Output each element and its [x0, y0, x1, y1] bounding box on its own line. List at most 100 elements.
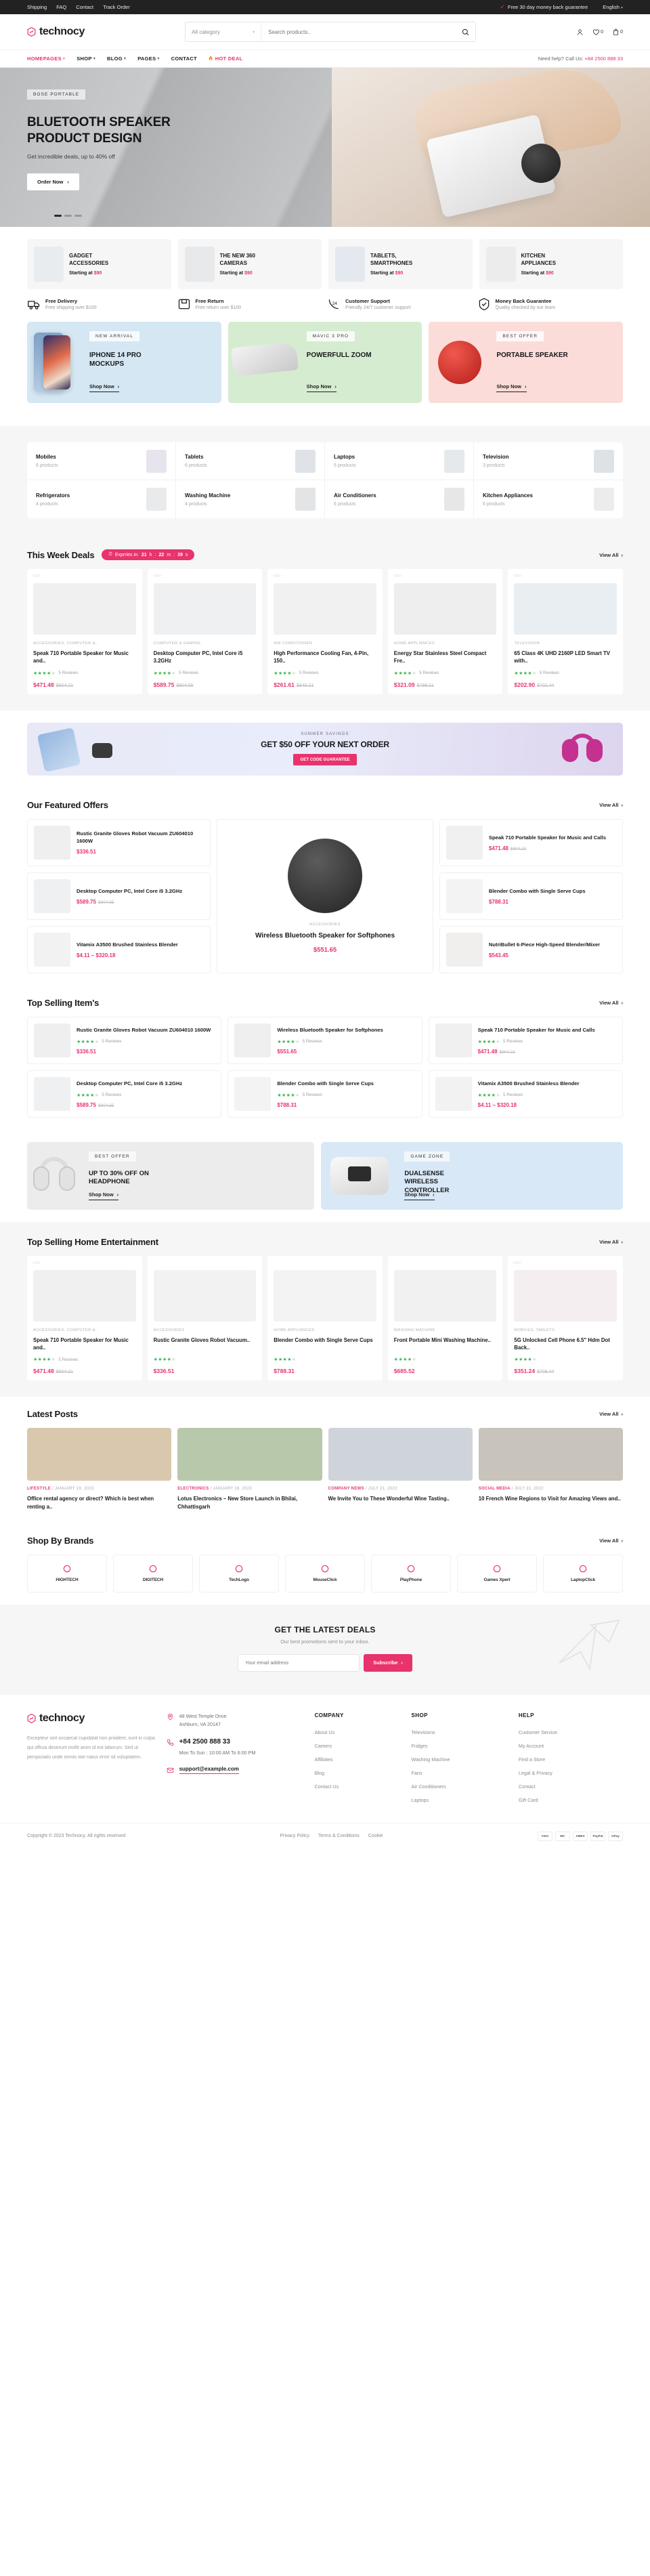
category-card-2[interactable]: TABLETS, SMARTPHONES Starting at $90 [328, 239, 473, 289]
product-card[interactable]: HOME APPLIANCES Blender Combo with Single… [267, 1255, 383, 1381]
promo-card-drone[interactable]: MAVIC 3 PRO POWERFULL ZOOM Shop Now › [228, 322, 422, 403]
footer-bottom-link[interactable]: Terms & Conditions [318, 1834, 360, 1838]
footer-link[interactable]: Televisions [412, 1729, 435, 1735]
topbar-link-faq[interactable]: FAQ [56, 4, 66, 10]
nav-item-pages[interactable]: PAGES ▾ [137, 56, 160, 62]
topbar-link-contact[interactable]: Contact [76, 4, 93, 10]
promo-shop-now-button[interactable]: Shop Now › [496, 383, 527, 392]
nav-item-homepages[interactable]: HOMEPAGES ▾ [27, 56, 65, 62]
footer-link[interactable]: Fridges [412, 1743, 428, 1749]
brand-digitech[interactable]: DIGITECH [113, 1554, 193, 1592]
promo-card-iphone[interactable]: NEW ARRIVAL IPHONE 14 PRO MOCKUPS Shop N… [27, 322, 221, 403]
search-input[interactable] [261, 28, 456, 35]
newsletter-email-input[interactable] [238, 1653, 360, 1672]
nav-item-contact[interactable]: CONTACT [171, 56, 197, 62]
promo-shop-now-button[interactable]: Shop Now › [89, 383, 120, 392]
deals-view-all-link[interactable]: View All › [599, 552, 623, 558]
home-ent-view-all-link[interactable]: View All › [599, 1239, 623, 1245]
footer-bottom-link[interactable]: Privacy Policy [280, 1834, 309, 1838]
cart-button[interactable]: 0 [612, 28, 623, 36]
brands-view-all-link[interactable]: View All › [599, 1538, 623, 1544]
footer-bottom-link[interactable]: Cookie [368, 1834, 383, 1838]
hero-dot-3[interactable] [74, 215, 82, 217]
category-card-3[interactable]: KITCHEN APPLIANCES Starting at $90 [479, 239, 623, 289]
logo[interactable]: technocy [27, 26, 85, 38]
blog-card-1[interactable]: ELECTRONICS / JANUARY 18, 2023 Lotus Elec… [177, 1428, 322, 1511]
hero-dot-1[interactable] [54, 215, 62, 217]
blog-card-0[interactable]: LIFESTYLE / JANUARY 19, 2023 Office renta… [27, 1428, 172, 1511]
product-card[interactable]: ACCESSORIES Rustic Granite Gloves Robot V… [147, 1255, 263, 1381]
offer-item[interactable]: Speak 710 Portable Speaker for Music and… [439, 818, 623, 866]
footer-link[interactable]: Air Conditioners [412, 1783, 446, 1790]
promo-card-speaker[interactable]: BEST OFFER PORTABLE SPEAKER Shop Now › [429, 322, 623, 403]
search-button[interactable] [455, 28, 475, 36]
language-selector[interactable]: English ▾ [603, 4, 623, 10]
brand-games-xpert[interactable]: Games Xpert [457, 1554, 537, 1592]
category-tile-laptops[interactable]: Laptops 5 products [325, 442, 474, 480]
category-tile-washing-machine[interactable]: Washing Machine 4 products [176, 480, 325, 518]
product-card[interactable]: TELEVISION 65 Class 4K UHD 2160P LED Smar… [508, 569, 623, 694]
brand-laptopclick[interactable]: LaptopClick [543, 1554, 623, 1592]
product-card[interactable]: HOME APPLIANCES Energy Star Stainless Ste… [387, 569, 503, 694]
footer-link[interactable]: Legal & Privacy [519, 1770, 552, 1776]
banner-controller-offer[interactable]: GAME ZONE DUALSENSE WIRELESS CONTROLLER … [321, 1141, 623, 1210]
banner-shop-now-button[interactable]: Shop Now › [404, 1191, 435, 1200]
footer-link[interactable]: My Account [519, 1743, 544, 1749]
footer-link[interactable]: Washing Machine [412, 1756, 450, 1762]
footer-phone[interactable]: +84 2500 888 33 [179, 1738, 256, 1746]
featured-view-all-link[interactable]: View All › [599, 802, 623, 808]
nav-item-shop[interactable]: SHOP ▾ [77, 56, 95, 62]
account-button[interactable] [576, 28, 584, 36]
footer-link[interactable]: Careers [315, 1743, 332, 1749]
footer-logo[interactable]: technocy [27, 1712, 158, 1725]
footer-link[interactable]: About Us [315, 1729, 335, 1735]
footer-email[interactable]: support@example.com [179, 1766, 239, 1775]
nav-item-blog[interactable]: BLOG ▾ [107, 56, 126, 62]
offer-item[interactable]: Rustic Granite Gloves Robot Vacuum ZU604… [27, 818, 211, 866]
footer-link[interactable]: Contact [519, 1783, 536, 1790]
offer-item[interactable]: Vitamix A3500 Brushed Stainless Blender $… [27, 925, 211, 973]
category-card-0[interactable]: GADGET ACCESSORIES Starting at $90 [27, 239, 171, 289]
banner-headphone-offer[interactable]: BEST OFFER UP TO 30% OFF ON HEADPHONE Sh… [27, 1141, 315, 1210]
topbar-link-shipping[interactable]: Shipping [27, 4, 47, 10]
topselling-item[interactable]: Desktop Computer PC, Intel Core i5 3.2GH… [27, 1070, 222, 1118]
product-card[interactable]: MOBILES, TABLETS 5G Unlocked Cell Phone 6… [508, 1255, 623, 1381]
category-tile-mobiles[interactable]: Mobiles 6 products [27, 442, 176, 480]
footer-link[interactable]: Contact Us [315, 1783, 339, 1790]
product-card[interactable]: ACCESSORIES, COMPUTER &.. Speak 710 Porta… [27, 1255, 142, 1381]
featured-hero-product[interactable]: ACCESSORIES Wireless Bluetooth Speaker f… [217, 818, 433, 973]
wishlist-button[interactable]: 0 [592, 28, 603, 36]
offer-item[interactable]: NutriBullet 6-Piece High-Speed Blender/M… [439, 925, 623, 973]
nav-item-hot-deal[interactable]: 🔥 HOT DEAL [209, 56, 243, 62]
promo-wide-banner[interactable]: SUMMER SAVINGS GET $50 OFF YOUR NEXT ORD… [27, 722, 623, 776]
footer-link[interactable]: Affiliates [315, 1756, 333, 1762]
product-card[interactable]: COMPUTER & GAMING Desktop Computer PC, In… [147, 569, 263, 694]
hero-dot-2[interactable] [64, 215, 72, 217]
footer-link[interactable]: Blog [315, 1770, 324, 1776]
hero-carousel-dots[interactable] [54, 215, 82, 217]
promo-shop-now-button[interactable]: Shop Now › [306, 383, 337, 392]
banner-cta-button[interactable]: GET CODE GUARANTEE [293, 754, 357, 766]
category-select[interactable]: All category ▾ [186, 22, 262, 41]
category-tile-television[interactable]: Television 3 products [474, 442, 623, 480]
footer-link[interactable]: Gift Card [519, 1797, 538, 1803]
brand-hightech[interactable]: HIGHTECH [27, 1554, 107, 1592]
brand-playphone[interactable]: PlayPhone [371, 1554, 451, 1592]
footer-link[interactable]: Find a Store [519, 1756, 545, 1762]
brand-mouseclick[interactable]: MouseClick [285, 1554, 365, 1592]
newsletter-subscribe-button[interactable]: Subscribe › [364, 1653, 412, 1672]
topselling-item[interactable]: Speak 710 Portable Speaker for Music and… [428, 1016, 623, 1064]
product-card[interactable]: AIR CONDITIONER High Performance Cooling … [267, 569, 383, 694]
brand-techlogo[interactable]: TechLogo [199, 1554, 279, 1592]
category-tile-tablets[interactable]: Tablets 6 products [176, 442, 325, 480]
topselling-item[interactable]: Rustic Granite Gloves Robot Vacuum ZU604… [27, 1016, 222, 1064]
topselling-item[interactable]: Wireless Bluetooth Speaker for Softphone… [228, 1016, 422, 1064]
offer-item[interactable]: Desktop Computer PC, Intel Core i5 3.2GH… [27, 872, 211, 920]
category-card-1[interactable]: THE NEW 360 CAMERAS Starting at $90 [177, 239, 322, 289]
blog-card-3[interactable]: SOCIAL MEDIA / JULY 21, 2022 10 French Wi… [478, 1428, 623, 1511]
footer-link[interactable]: Fans [412, 1770, 422, 1776]
nav-help-phone[interactable]: +84 2500 888 33 [584, 56, 623, 62]
footer-link[interactable]: Customer Service [519, 1729, 557, 1735]
blog-card-2[interactable]: COMPANY NEWS / JULY 21, 2022 We Invite Yo… [328, 1428, 473, 1511]
product-card[interactable]: ACCESSORIES, COMPUTER &.. Speak 710 Porta… [27, 569, 142, 694]
